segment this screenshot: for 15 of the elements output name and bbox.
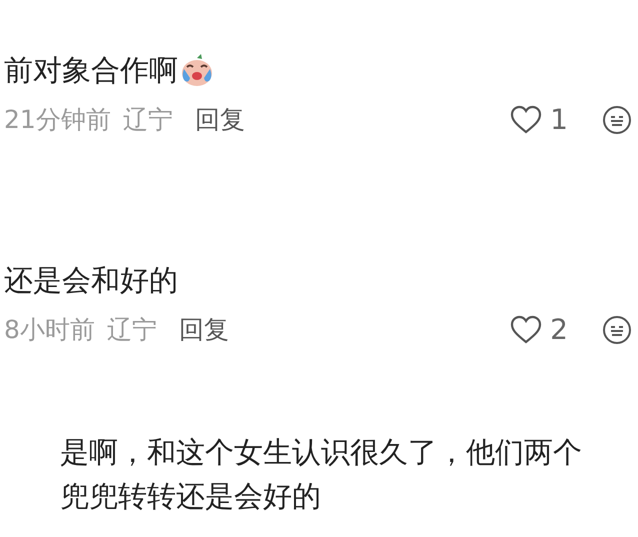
heart-icon[interactable] (510, 315, 542, 345)
heart-icon[interactable] (510, 105, 542, 135)
like-count: 2 (550, 312, 568, 348)
comment-time: 21分钟前 (4, 104, 111, 136)
like-count: 1 (550, 102, 568, 138)
reply-button[interactable]: 回复 (194, 100, 245, 140)
comment-location: 辽宁 (122, 104, 173, 136)
comment-location: 辽宁 (106, 314, 157, 346)
reply-button[interactable]: 回复 (178, 310, 229, 350)
comment-text: 前对象合作啊 (4, 52, 178, 89)
neutral-face-icon[interactable] (602, 105, 632, 135)
neutral-face-icon[interactable] (602, 315, 632, 345)
caption-paragraph: 是啊，和这个女生认识很久了，他们两个兜兜转转还是会好的 (60, 434, 583, 515)
comment-time: 8小时前 (4, 314, 95, 346)
comment-text: 还是会和好的 (4, 262, 178, 299)
